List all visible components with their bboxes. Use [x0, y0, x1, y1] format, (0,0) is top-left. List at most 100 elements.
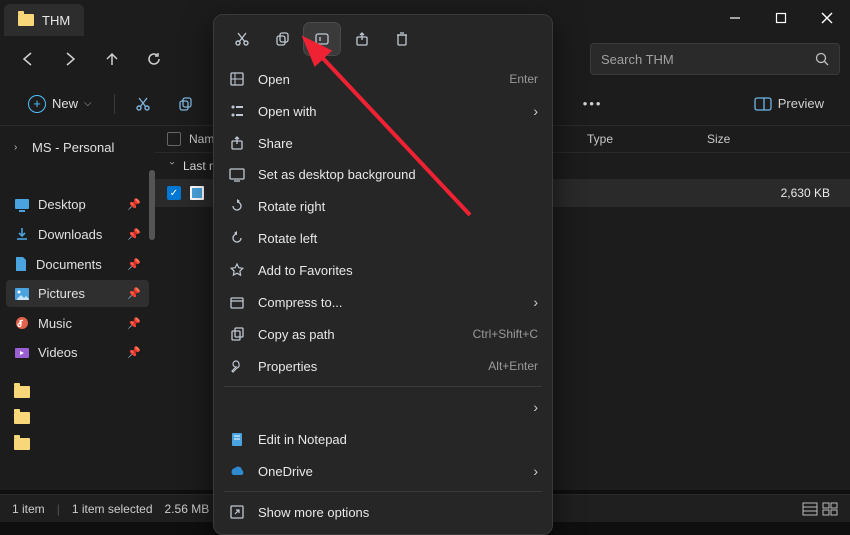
- menu-compress[interactable]: Compress to... ›: [214, 286, 552, 318]
- refresh-button[interactable]: [136, 41, 172, 77]
- search-icon: [815, 52, 829, 66]
- chevron-down-icon: ›: [167, 161, 178, 171]
- menu-shortcut: Enter: [509, 72, 538, 86]
- folder-icon: [14, 438, 30, 450]
- checkbox-icon[interactable]: ✓: [167, 186, 181, 200]
- sidebar-item-music[interactable]: Music 📌: [6, 309, 149, 337]
- sidebar-item-downloads[interactable]: Downloads 📌: [6, 220, 149, 248]
- search-input[interactable]: Search THM: [590, 43, 840, 75]
- download-icon: [14, 226, 30, 242]
- pin-icon: 📌: [127, 346, 141, 359]
- list-view-button[interactable]: [802, 502, 818, 516]
- chevron-right-icon: ›: [533, 294, 538, 310]
- sidebar-folder[interactable]: [6, 406, 149, 430]
- sidebar-owner[interactable]: › MS - Personal: [6, 134, 149, 161]
- menu-label: Set as desktop background: [258, 167, 538, 182]
- new-label: New: [52, 96, 78, 111]
- menu-set-background[interactable]: Set as desktop background: [214, 159, 552, 190]
- forward-button[interactable]: [52, 41, 88, 77]
- cut-button[interactable]: [224, 23, 260, 55]
- grid-view-button[interactable]: [822, 502, 838, 516]
- preview-icon: [754, 97, 772, 111]
- menu-rotate-left[interactable]: Rotate left: [214, 222, 552, 254]
- delete-button[interactable]: [384, 23, 420, 55]
- selected-count: 1 item selected: [72, 502, 153, 516]
- menu-label: Copy as path: [258, 327, 461, 342]
- desktop-icon: [14, 198, 30, 212]
- sidebar-item-label: Music: [38, 316, 72, 331]
- menu-open-with[interactable]: Open with ›: [214, 95, 552, 127]
- owner-label: MS - Personal: [32, 140, 114, 155]
- cut-button[interactable]: [125, 86, 161, 122]
- selected-size: 2.56 MB: [165, 502, 210, 516]
- video-icon: [14, 346, 30, 360]
- sidebar-item-documents[interactable]: Documents 📌: [6, 250, 149, 278]
- menu-label: Compress to...: [258, 295, 521, 310]
- sidebar-folder[interactable]: [6, 380, 149, 404]
- share-button[interactable]: [344, 23, 380, 55]
- sidebar: › MS - Personal Desktop 📌 Downloads 📌 Do…: [0, 126, 155, 490]
- preview-button[interactable]: Preview: [744, 90, 834, 117]
- select-all-checkbox[interactable]: [167, 132, 181, 146]
- item-count: 1 item: [12, 502, 45, 516]
- preview-label: Preview: [778, 96, 824, 111]
- menu-label: OneDrive: [258, 464, 521, 479]
- tab[interactable]: THM: [4, 4, 84, 36]
- chevron-right-icon: ›: [533, 399, 538, 415]
- menu-rotate-right[interactable]: Rotate right: [214, 190, 552, 222]
- search-placeholder: Search THM: [601, 52, 674, 67]
- copy-button[interactable]: [167, 86, 203, 122]
- header-label: Type: [587, 132, 613, 146]
- sidebar-item-label: Desktop: [38, 197, 86, 212]
- back-button[interactable]: [10, 41, 46, 77]
- copy-path-icon: [228, 326, 246, 342]
- wrench-icon: [228, 358, 246, 374]
- menu-show-more[interactable]: Show more options: [214, 496, 552, 528]
- menu-share[interactable]: Share: [214, 127, 552, 159]
- separator: [114, 94, 115, 114]
- menu-properties[interactable]: Properties Alt+Enter: [214, 350, 552, 382]
- picture-icon: [14, 287, 30, 301]
- pin-icon: 📌: [127, 317, 141, 330]
- menu-submenu-placeholder[interactable]: ›: [214, 391, 552, 423]
- header-type[interactable]: Type: [587, 132, 707, 146]
- menu-label: Open: [258, 72, 497, 87]
- pin-icon: 📌: [127, 287, 141, 300]
- new-button[interactable]: + New ⌵: [16, 89, 104, 119]
- menu-onedrive[interactable]: OneDrive ›: [214, 455, 552, 487]
- menu-shortcut: Alt+Enter: [488, 359, 538, 373]
- folder-icon: [14, 386, 30, 398]
- chevron-down-icon: ⌵: [84, 98, 92, 109]
- menu-label: Rotate right: [258, 199, 538, 214]
- document-icon: [14, 256, 28, 272]
- menu-open[interactable]: Open Enter: [214, 63, 552, 95]
- archive-icon: [228, 294, 246, 310]
- chevron-right-icon: ›: [14, 142, 24, 153]
- close-button[interactable]: [804, 0, 850, 36]
- sidebar-item-label: Pictures: [38, 286, 85, 301]
- expand-icon: [228, 504, 246, 520]
- menu-shortcut: Ctrl+Shift+C: [473, 327, 538, 341]
- up-button[interactable]: [94, 41, 130, 77]
- sidebar-item-videos[interactable]: Videos 📌: [6, 339, 149, 366]
- onedrive-icon: [228, 465, 246, 477]
- header-size[interactable]: Size: [707, 132, 838, 146]
- menu-favorites[interactable]: Add to Favorites: [214, 254, 552, 286]
- menu-edit-notepad[interactable]: Edit in Notepad: [214, 423, 552, 455]
- sidebar-item-label: Documents: [36, 257, 102, 272]
- menu-copy-path[interactable]: Copy as path Ctrl+Shift+C: [214, 318, 552, 350]
- rename-button[interactable]: [304, 23, 340, 55]
- image-file-icon: [189, 185, 205, 201]
- maximize-button[interactable]: [758, 0, 804, 36]
- star-icon: [228, 262, 246, 278]
- more-button[interactable]: •••: [575, 86, 611, 122]
- menu-separator: [224, 386, 542, 387]
- sidebar-item-label: Videos: [38, 345, 78, 360]
- minimize-button[interactable]: [712, 0, 758, 36]
- view-switcher: [802, 502, 838, 516]
- sidebar-item-pictures[interactable]: Pictures 📌: [6, 280, 149, 307]
- sidebar-folder[interactable]: [6, 432, 149, 456]
- sidebar-item-desktop[interactable]: Desktop 📌: [6, 191, 149, 218]
- copy-button[interactable]: [264, 23, 300, 55]
- tab-label: THM: [42, 13, 70, 28]
